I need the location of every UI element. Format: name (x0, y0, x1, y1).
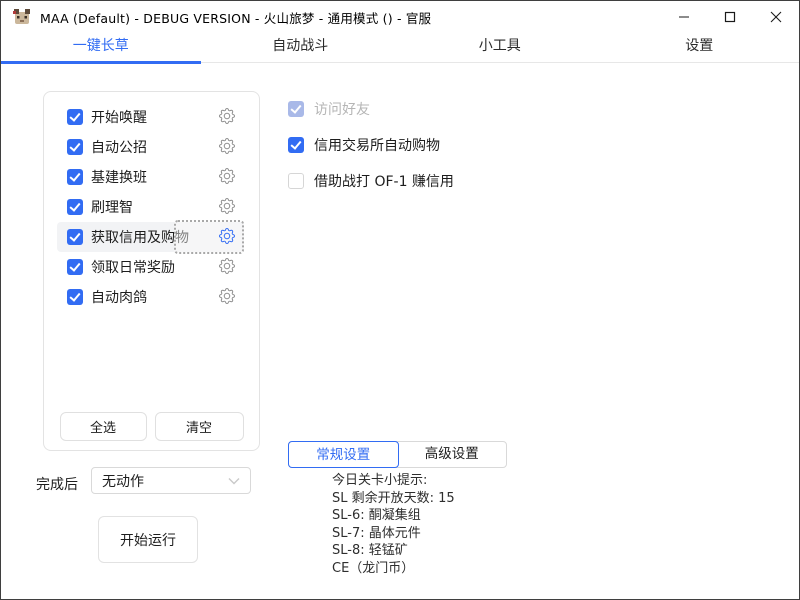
task-settings-gear-icon[interactable] (218, 228, 236, 246)
tip-line: SL-6: 酮凝集组 (332, 507, 455, 525)
task-label: 开始唤醒 (91, 107, 147, 127)
option-label: 借助战打 OF-1 赚信用 (314, 171, 454, 191)
task-list: 开始唤醒 自动公招 基建换班 刷理智 获取信用及购物 (44, 92, 259, 312)
checkbox-checked[interactable] (67, 199, 83, 215)
checkbox-unchecked[interactable] (288, 173, 304, 189)
task-settings-gear-icon[interactable] (218, 288, 236, 306)
option-of1-credit-fight[interactable]: 借助战打 OF-1 赚信用 (288, 171, 454, 191)
task-row-credit-shopping[interactable]: 获取信用及购物 (57, 222, 244, 252)
stage-tips: 今日关卡小提示: SL 剩余开放天数: 15 SL-6: 酮凝集组 SL-7: … (332, 472, 455, 577)
tip-line: CE（龙门币） (332, 560, 455, 578)
start-run-button[interactable]: 开始运行 (98, 516, 198, 563)
tab-toolbox[interactable]: 小工具 (400, 33, 600, 62)
task-settings-gear-icon[interactable] (218, 258, 236, 276)
task-row-infrast[interactable]: 基建换班 (57, 162, 244, 192)
task-card: 开始唤醒 自动公招 基建换班 刷理智 获取信用及购物 (43, 91, 260, 451)
select-all-button[interactable]: 全选 (60, 412, 147, 441)
option-label: 访问好友 (314, 99, 370, 119)
task-settings-gear-icon[interactable] (218, 138, 236, 156)
checkbox-checked[interactable] (67, 109, 83, 125)
checkbox-checked[interactable] (67, 229, 83, 245)
clear-button[interactable]: 清空 (155, 412, 244, 441)
app-window: MAA (Default) - DEBUG VERSION - 火山旅梦 - 通… (0, 0, 800, 600)
minimize-button[interactable] (661, 1, 707, 33)
tip-line: SL-8: 轻锰矿 (332, 542, 455, 560)
option-label: 信用交易所自动购物 (314, 135, 440, 155)
checkbox-checked[interactable] (67, 259, 83, 275)
task-row-recruit[interactable]: 自动公招 (57, 132, 244, 162)
tip-line: 今日关卡小提示: (332, 472, 455, 490)
checkbox-checked-disabled (288, 101, 304, 117)
chevron-down-icon (228, 477, 240, 485)
close-button[interactable] (753, 1, 799, 33)
dropdown-value: 无动作 (102, 471, 228, 491)
tab-farming[interactable]: 一键长草 (1, 33, 201, 62)
tab-copilot[interactable]: 自动战斗 (201, 33, 401, 62)
maximize-button[interactable] (707, 1, 753, 33)
maximize-icon (724, 11, 736, 23)
task-settings-gear-icon[interactable] (218, 108, 236, 126)
checkbox-checked[interactable] (67, 169, 83, 185)
task-label: 自动公招 (91, 137, 147, 157)
task-label: 刷理智 (91, 197, 133, 217)
task-label: 获取信用及购物 (91, 227, 189, 247)
after-completion-dropdown[interactable]: 无动作 (91, 467, 251, 494)
close-icon (770, 11, 782, 23)
checkbox-checked[interactable] (288, 137, 304, 153)
window-title: MAA (Default) - DEBUG VERSION - 火山旅梦 - 通… (40, 8, 431, 27)
main-tab-bar: 一键长草 自动战斗 小工具 设置 (1, 33, 799, 63)
task-settings-gear-icon[interactable] (218, 168, 236, 186)
task-row-wakeup[interactable]: 开始唤醒 (57, 102, 244, 132)
title-bar: MAA (Default) - DEBUG VERSION - 火山旅梦 - 通… (1, 1, 799, 33)
checkbox-checked[interactable] (67, 139, 83, 155)
tab-settings[interactable]: 设置 (600, 33, 800, 62)
tab-advanced-settings[interactable]: 高级设置 (398, 442, 507, 467)
option-visit-friends: 访问好友 (288, 99, 370, 119)
minimize-icon (678, 11, 690, 23)
option-credit-shop-auto-buy[interactable]: 信用交易所自动购物 (288, 135, 440, 155)
task-row-fight[interactable]: 刷理智 (57, 192, 244, 222)
checkbox-checked[interactable] (67, 289, 83, 305)
task-label: 基建换班 (91, 167, 147, 187)
task-label: 自动肉鸽 (91, 287, 147, 307)
task-row-daily-rewards[interactable]: 领取日常奖励 (57, 252, 244, 282)
tip-line: SL-7: 晶体元件 (332, 525, 455, 543)
task-label: 领取日常奖励 (91, 257, 175, 277)
task-card-buttons: 全选 清空 (44, 412, 259, 441)
app-logo-icon (12, 7, 32, 27)
settings-tab-bar: 常规设置 高级设置 (288, 441, 507, 468)
window-controls (661, 1, 799, 33)
task-settings-gear-icon[interactable] (218, 198, 236, 216)
tip-line: SL 剩余开放天数: 15 (332, 490, 455, 508)
after-completion-label: 完成后 (36, 474, 78, 494)
task-row-roguelike[interactable]: 自动肉鸽 (57, 282, 244, 312)
tab-general-settings[interactable]: 常规设置 (288, 441, 399, 468)
